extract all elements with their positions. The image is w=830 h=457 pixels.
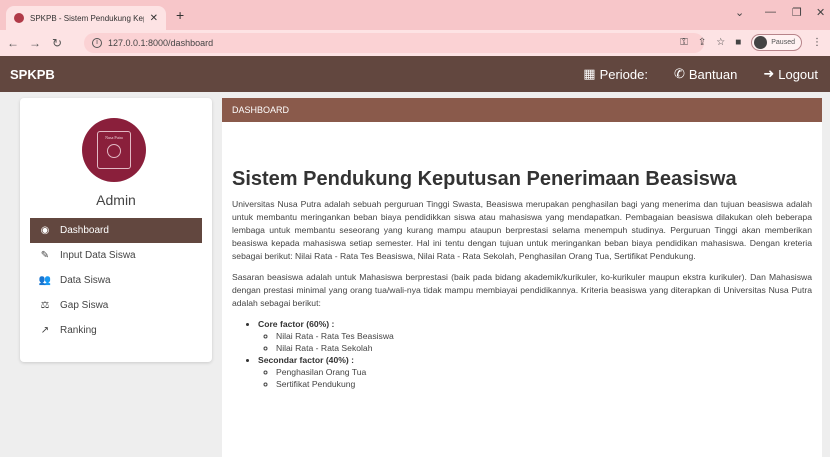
sidebar-item-dashboard[interactable]: ◉ Dashboard [30,218,202,243]
close-window-icon[interactable]: ✕ [816,6,825,19]
url-text: 127.0.0.1:8000/dashboard [108,38,214,48]
list-item: Sertifikat Pendukung [276,378,812,390]
sidebar-item-data-siswa[interactable]: 👥 Data Siswa [30,268,202,293]
criteria-list: Core factor (60%) : Nilai Rata - Rata Te… [258,318,812,390]
brand[interactable]: SPKPB [10,67,55,82]
sidebar: Nusa Putra Admin ◉ Dashboard ✎ Input Dat… [20,98,212,362]
target-paragraph: Sasaran beasiswa adalah untuk Mahasiswa … [232,272,812,308]
navbar-links: ▦ Periode: ✆ Bantuan ➜ Logout [583,66,818,82]
username: Admin [96,192,136,208]
key-icon[interactable]: ⚿ [680,37,688,48]
logout-icon: ➜ [763,66,775,81]
sidebar-menu: ◉ Dashboard ✎ Input Data Siswa 👥 Data Si… [30,218,202,343]
favicon-icon [14,13,24,23]
profile-avatar-icon [754,36,768,49]
list-item: Nilai Rata - Rata Tes Beasiswa [276,330,812,342]
tab-title: SPKPB - Sistem Pendukung Kepu [30,13,144,23]
calendar-icon: ▦ [583,66,596,81]
new-tab-icon[interactable]: + [176,7,184,23]
address-bar: ← → ↻ i 127.0.0.1:8000/dashboard ⚿ ⇪ ☆ ■… [0,30,830,56]
core-factor-label: Core factor (60%) : [258,319,335,329]
sidebar-item-label: Gap Siswa [60,300,109,311]
profile-status: Paused [771,39,795,46]
address-bar-icons: ⚿ ⇪ ☆ ■ Paused ⋮ [680,34,822,51]
back-icon[interactable]: ← [4,36,22,50]
sidepanel-icon[interactable]: ■ [735,37,741,48]
sidebar-item-label: Ranking [60,325,97,336]
periode-label: Periode: [599,66,648,82]
app-navbar: SPKPB ▦ Periode: ✆ Bantuan ➜ Logout [0,56,830,92]
bookmark-star-icon[interactable]: ☆ [716,37,725,48]
forward-icon[interactable]: → [26,36,44,50]
chevron-down-icon[interactable]: ⌄ [735,6,744,19]
seal-icon [107,144,121,158]
share-icon[interactable]: ⇪ [698,37,706,48]
sidebar-item-input-data-siswa[interactable]: ✎ Input Data Siswa [30,243,202,268]
sidebar-item-ranking[interactable]: ↗ Ranking [30,318,202,343]
logo-text: Nusa Putra [105,135,123,140]
scale-icon: ⚖ [40,300,50,311]
content: Sistem Pendukung Keputusan Penerimaan Be… [232,168,812,390]
bantuan-label: Bantuan [688,66,738,82]
list-item: Core factor (60%) : Nilai Rata - Rata Te… [258,318,812,354]
logout-link[interactable]: ➜ Logout [763,66,818,82]
users-icon: 👥 [38,275,52,286]
sidebar-item-label: Dashboard [60,225,109,236]
list-item: Secondar factor (40%) : Penghasilan Oran… [258,354,812,390]
minimize-icon[interactable]: — [765,6,776,18]
logout-label: Logout [778,66,818,82]
site-info-icon[interactable]: i [92,38,102,48]
browser-menu-icon[interactable]: ⋮ [812,37,822,48]
profile-button[interactable]: Paused [751,34,802,51]
main-panel: DASHBOARD Sistem Pendukung Keputusan Pen… [222,98,822,457]
list-item: Penghasilan Orang Tua [276,366,812,378]
crest-icon: Nusa Putra [97,131,131,169]
secondary-factor-label: Secondar factor (40%) : [258,355,354,365]
sidebar-item-label: Data Siswa [60,275,111,286]
breadcrumb: DASHBOARD [222,98,822,122]
browser-tab[interactable]: SPKPB - Sistem Pendukung Kepu ✕ [6,6,166,30]
core-factor-list: Nilai Rata - Rata Tes Beasiswa Nilai Rat… [276,330,812,354]
sidebar-item-gap-siswa[interactable]: ⚖ Gap Siswa [30,293,202,318]
url-field[interactable]: i 127.0.0.1:8000/dashboard [84,33,704,53]
close-tab-icon[interactable]: ✕ [150,13,158,24]
list-item: Nilai Rata - Rata Sekolah [276,342,812,354]
periode-link[interactable]: ▦ Periode: [583,66,648,82]
intro-paragraph: Universitas Nusa Putra adalah sebuah per… [232,199,812,261]
dashboard-icon: ◉ [40,225,50,236]
sidebar-item-label: Input Data Siswa [60,250,136,261]
whatsapp-icon: ✆ [673,66,685,81]
secondary-factor-list: Penghasilan Orang Tua Sertifikat Penduku… [276,366,812,390]
bantuan-link[interactable]: ✆ Bantuan [674,66,737,82]
university-logo: Nusa Putra [82,118,146,182]
chart-line-icon: ↗ [40,325,50,336]
maximize-icon[interactable]: ❐ [792,6,802,19]
edit-icon: ✎ [40,250,50,261]
page-title: Sistem Pendukung Keputusan Penerimaan Be… [232,168,737,190]
reload-icon[interactable]: ↻ [48,36,66,50]
browser-tab-bar: SPKPB - Sistem Pendukung Kepu ✕ + ⌄ — ❐ … [0,0,830,30]
